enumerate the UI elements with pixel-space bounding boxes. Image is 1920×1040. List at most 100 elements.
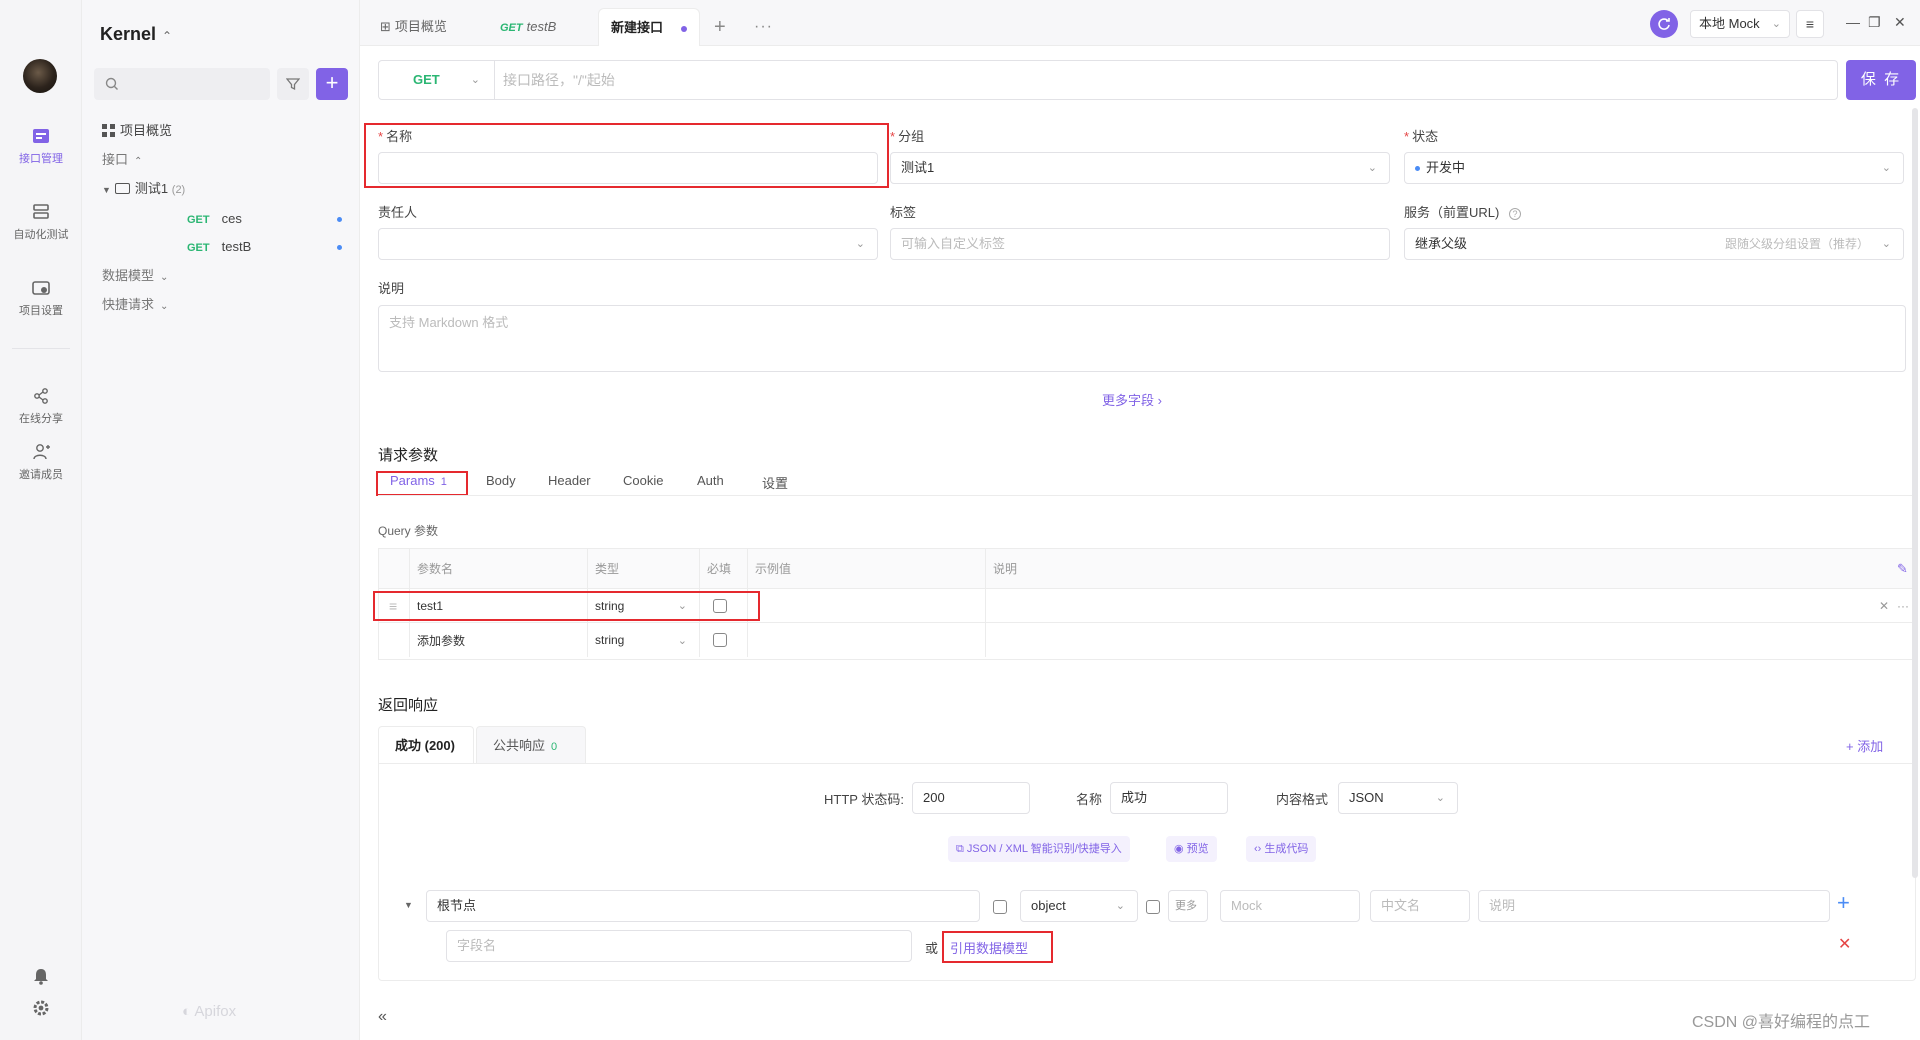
more-fields-link[interactable]: 更多字段 › bbox=[1102, 390, 1162, 409]
more-options-button[interactable]: 更多 bbox=[1168, 890, 1208, 922]
watermark: CSDN @喜好编程的点工 bbox=[1692, 1014, 1871, 1031]
more-fields-label: 更多字段 bbox=[1102, 393, 1155, 408]
root-required-checkbox[interactable] bbox=[993, 900, 1007, 914]
root-type-select[interactable]: object ⌄ bbox=[1020, 890, 1138, 922]
column-divider bbox=[747, 549, 748, 588]
automation-test-icon bbox=[33, 204, 49, 219]
tags-input[interactable]: 可输入自定义标签 bbox=[890, 228, 1390, 260]
service-select[interactable]: 继承父级 跟随父级分组设置（推荐） ⌄ bbox=[1404, 228, 1904, 260]
close-icon[interactable]: ✕ bbox=[1894, 14, 1906, 31]
sidebar-search-input[interactable] bbox=[94, 68, 270, 100]
environment-value: 本地 Mock bbox=[1699, 16, 1760, 31]
http-status-input[interactable]: 200 bbox=[912, 782, 1030, 814]
content-type-select[interactable]: JSON ⌄ bbox=[1338, 782, 1458, 814]
scrollbar[interactable] bbox=[1912, 108, 1918, 878]
or-label: 或 bbox=[925, 941, 939, 956]
request-params-title: 请求参数 bbox=[378, 447, 439, 464]
remove-field-icon[interactable]: ✕ bbox=[1838, 934, 1851, 954]
tab-settings[interactable]: 设置 bbox=[762, 473, 788, 492]
tab-project-overview[interactable]: ⊞ 项目概览 bbox=[380, 8, 447, 46]
new-tab-button[interactable]: + bbox=[714, 8, 726, 46]
desc-label: 说明 bbox=[378, 281, 405, 296]
minimize-icon[interactable]: — bbox=[1846, 14, 1860, 30]
bell-icon[interactable] bbox=[31, 966, 51, 986]
rail-item-invite[interactable]: 邀请成员 bbox=[0, 442, 82, 482]
environment-select[interactable]: 本地 Mock ⌄ bbox=[1690, 10, 1790, 38]
rail-item-automation-test[interactable]: 自动化测试 bbox=[0, 202, 82, 242]
field-name-input[interactable]: 字段名 bbox=[446, 930, 912, 962]
column-divider bbox=[985, 623, 986, 657]
avatar[interactable] bbox=[23, 59, 57, 93]
add-field-icon[interactable]: + bbox=[1837, 890, 1850, 916]
param-required-checkbox[interactable] bbox=[699, 623, 747, 657]
chevron-down-icon: ⌄ bbox=[160, 301, 169, 312]
preview-button[interactable]: ◉ 预览 bbox=[1166, 836, 1217, 862]
rail-item-project-settings[interactable]: 项目设置 bbox=[0, 278, 82, 318]
tab-cookie[interactable]: Cookie bbox=[623, 473, 663, 488]
save-button[interactable]: 保 存 bbox=[1846, 60, 1916, 100]
tree-endpoint-ces[interactable]: GET ces bbox=[82, 204, 360, 234]
param-desc-input[interactable] bbox=[985, 589, 1865, 622]
gear-icon[interactable] bbox=[31, 998, 51, 1018]
tab-header[interactable]: Header bbox=[548, 473, 591, 488]
owner-select[interactable]: ⌄ bbox=[378, 228, 878, 260]
sync-button[interactable] bbox=[1650, 10, 1678, 38]
status-label: * 状态 bbox=[1404, 126, 1438, 145]
folder-name: 测试1 bbox=[134, 181, 169, 196]
root-node-input[interactable]: 根节点 bbox=[426, 890, 980, 922]
section-label: 快捷请求 bbox=[102, 297, 155, 312]
sidebar-item-overview[interactable]: 项目概览 bbox=[82, 116, 360, 146]
rail-item-api-management[interactable]: 接口管理 bbox=[0, 126, 82, 166]
json-import-button[interactable]: ⧉ JSON / XML 智能识别/快捷导入 bbox=[948, 836, 1130, 862]
add-param-input[interactable]: 添加参数 bbox=[409, 623, 587, 657]
status-label-text: 状态 bbox=[1412, 129, 1439, 144]
response-name-input[interactable]: 成功 bbox=[1110, 782, 1228, 814]
desc-placeholder: 支持 Markdown 格式 bbox=[389, 315, 509, 330]
row-more-icon[interactable]: ··· bbox=[1889, 589, 1913, 622]
param-example-input[interactable] bbox=[747, 589, 985, 622]
root-nullable-checkbox[interactable] bbox=[1146, 900, 1160, 914]
status-select[interactable]: 开发中 ⌄ bbox=[1404, 152, 1904, 184]
tab-get-testb[interactable]: GET testB bbox=[500, 8, 556, 46]
sidebar-section-data-models[interactable]: 数据模型 ⌄ bbox=[82, 261, 360, 291]
mock-input[interactable]: Mock bbox=[1220, 890, 1360, 922]
tab-response-common[interactable]: 公共响应 0 bbox=[476, 726, 586, 764]
more-tabs-button[interactable]: ··· bbox=[754, 8, 773, 46]
caret-down-icon[interactable]: ▼ bbox=[404, 900, 413, 910]
collapse-sidebar-icon[interactable]: « bbox=[378, 1008, 387, 1026]
tree-folder[interactable]: ▼ 测试1 (2) bbox=[82, 174, 360, 204]
sidebar-section-quick-requests[interactable]: 快捷请求 ⌄ bbox=[82, 290, 360, 320]
filter-button[interactable] bbox=[277, 68, 309, 100]
desc-textarea[interactable]: 支持 Markdown 格式 bbox=[378, 305, 1906, 372]
rail-item-share[interactable]: 在线分享 bbox=[0, 386, 82, 426]
path-input[interactable] bbox=[503, 61, 1823, 99]
help-icon: ? bbox=[1508, 208, 1521, 220]
tab-auth[interactable]: Auth bbox=[697, 473, 724, 488]
cn-name-input[interactable]: 中文名 bbox=[1370, 890, 1470, 922]
method-select[interactable]: GET ⌄ bbox=[379, 61, 495, 99]
add-button[interactable]: + bbox=[316, 68, 348, 100]
restore-icon[interactable]: ❐ bbox=[1868, 14, 1881, 31]
schema-desc-input[interactable]: 说明 bbox=[1478, 890, 1830, 922]
sidebar-item-label: 项目概览 bbox=[120, 123, 173, 138]
param-type-select[interactable]: string ⌄ bbox=[587, 623, 699, 657]
tab-body[interactable]: Body bbox=[486, 473, 516, 488]
chevron-right-icon: › bbox=[1157, 393, 1162, 408]
status-value: 开发中 bbox=[1426, 160, 1466, 175]
tab-response-200[interactable]: 成功 (200) bbox=[378, 726, 474, 764]
col-header: 参数名 bbox=[417, 562, 454, 576]
highlight-box bbox=[364, 123, 889, 188]
tree-endpoint-testb[interactable]: GET testB bbox=[82, 232, 360, 262]
method-badge: GET bbox=[187, 242, 210, 254]
menu-button[interactable]: ≡ bbox=[1796, 10, 1824, 38]
add-response-button[interactable]: + 添加 bbox=[1846, 736, 1883, 755]
project-switcher[interactable]: Kernel ⌃ bbox=[100, 24, 172, 45]
group-select[interactable]: 测试1 ⌄ bbox=[890, 152, 1390, 184]
delete-row-icon[interactable]: ✕ bbox=[1871, 589, 1891, 622]
service-value: 继承父级 bbox=[1415, 236, 1468, 251]
sidebar-section-api[interactable]: 接口 ⌃ bbox=[82, 145, 360, 175]
tab-new-api[interactable]: 新建接口 bbox=[598, 8, 701, 46]
highlight-box bbox=[373, 591, 760, 621]
col-header: 必填 bbox=[707, 562, 732, 576]
generate-code-button[interactable]: ‹› 生成代码 bbox=[1246, 836, 1317, 862]
